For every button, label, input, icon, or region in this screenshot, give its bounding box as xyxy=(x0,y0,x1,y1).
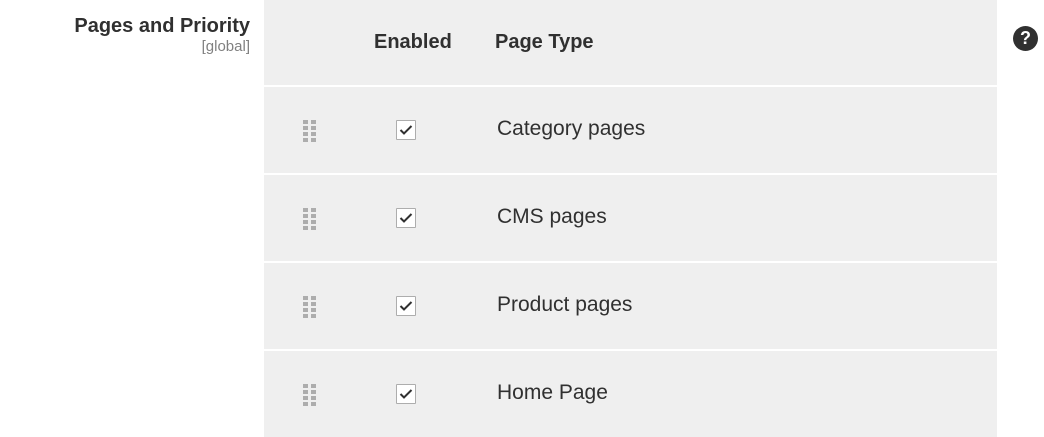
field-title: Pages and Priority xyxy=(74,15,250,37)
grid-header: Enabled Page Type xyxy=(264,0,997,85)
column-header-page-type: Page Type xyxy=(495,31,594,53)
checkmark-icon xyxy=(399,125,413,135)
page-type-label: Product pages xyxy=(497,293,633,316)
grid-row-category-pages: Category pages xyxy=(264,85,997,173)
drag-handle-icon[interactable] xyxy=(303,296,316,318)
grid-row-product-pages: Product pages xyxy=(264,261,997,349)
checkmark-icon xyxy=(399,301,413,311)
drag-handle-icon[interactable] xyxy=(303,120,316,142)
page-type-label: Home Page xyxy=(497,381,608,404)
checkmark-icon xyxy=(399,213,413,223)
enabled-checkbox[interactable] xyxy=(396,208,416,228)
drag-handle-icon[interactable] xyxy=(303,384,316,406)
page-type-label: CMS pages xyxy=(497,205,607,228)
question-circle-icon[interactable]: ? xyxy=(1013,26,1038,51)
field-label: Pages and Priority [global] xyxy=(74,14,250,56)
enabled-checkbox[interactable] xyxy=(396,120,416,140)
grid-row-home-page: Home Page xyxy=(264,349,997,437)
enabled-checkbox[interactable] xyxy=(396,384,416,404)
column-header-enabled: Enabled xyxy=(374,31,452,53)
checkmark-icon xyxy=(399,389,413,399)
drag-handle-icon[interactable] xyxy=(303,208,316,230)
field-scope: [global] xyxy=(201,38,250,55)
enabled-checkbox[interactable] xyxy=(396,296,416,316)
grid-row-cms-pages: CMS pages xyxy=(264,173,997,261)
pages-priority-grid: Enabled Page Type Category pages CMS pag… xyxy=(264,0,997,437)
page-type-label: Category pages xyxy=(497,117,646,140)
